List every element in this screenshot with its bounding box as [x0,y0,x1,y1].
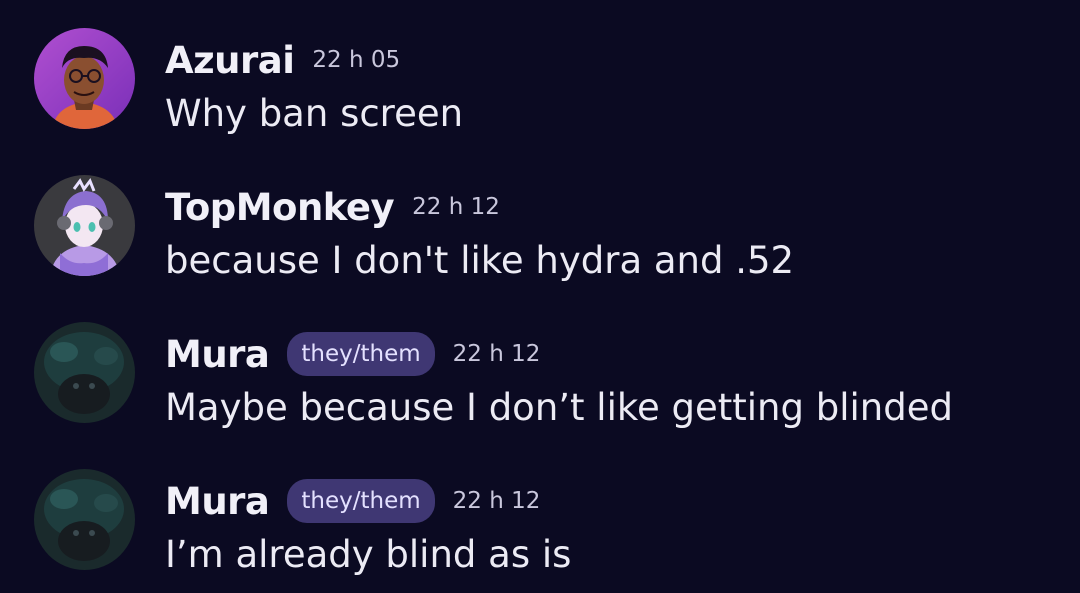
timestamp: 22 h 05 [312,47,401,73]
message-text: I’m already blind as is [165,533,572,576]
message-header: Mura they/them 22 h 12 [165,477,540,525]
pronoun-badge: they/them [287,479,435,523]
username[interactable]: Mura [165,480,270,523]
timestamp: 22 h 12 [452,488,541,514]
timestamp: 22 h 12 [452,341,541,367]
message-text: because I don't like hydra and .52 [165,239,795,282]
message-header: Mura they/them 22 h 12 [165,330,540,378]
dark-teal-avatar-icon [34,322,135,423]
avatar[interactable] [34,469,135,570]
chat-message: Mura they/them 22 h 12 I’m already blind… [0,441,1080,587]
timestamp: 22 h 12 [412,194,500,220]
chat-message: Azurai 22 h 05 Why ban screen [0,0,1080,146]
pronoun-badge: they/them [287,332,435,376]
avatar[interactable] [34,175,135,276]
username[interactable]: TopMonkey [165,186,395,229]
username[interactable]: Azurai [165,39,295,82]
message-text: Why ban screen [165,92,464,135]
message-header: Azurai 22 h 05 [165,36,400,84]
message-text: Maybe because I don’t like getting blind… [165,386,953,429]
message-header: TopMonkey 22 h 12 [165,183,500,231]
username[interactable]: Mura [165,333,270,376]
chat-message-list: Azurai 22 h 05 Why ban screen TopMonkey … [0,0,1080,593]
dark-teal-avatar-icon [34,469,135,570]
avatar[interactable] [34,322,135,423]
cartoon-man-avatar-icon [34,28,135,129]
chat-message: TopMonkey 22 h 12 because I don't like h… [0,147,1080,293]
avatar[interactable] [34,28,135,129]
chat-message: Mura they/them 22 h 12 Maybe because I d… [0,294,1080,440]
anime-character-avatar-icon [34,175,135,276]
